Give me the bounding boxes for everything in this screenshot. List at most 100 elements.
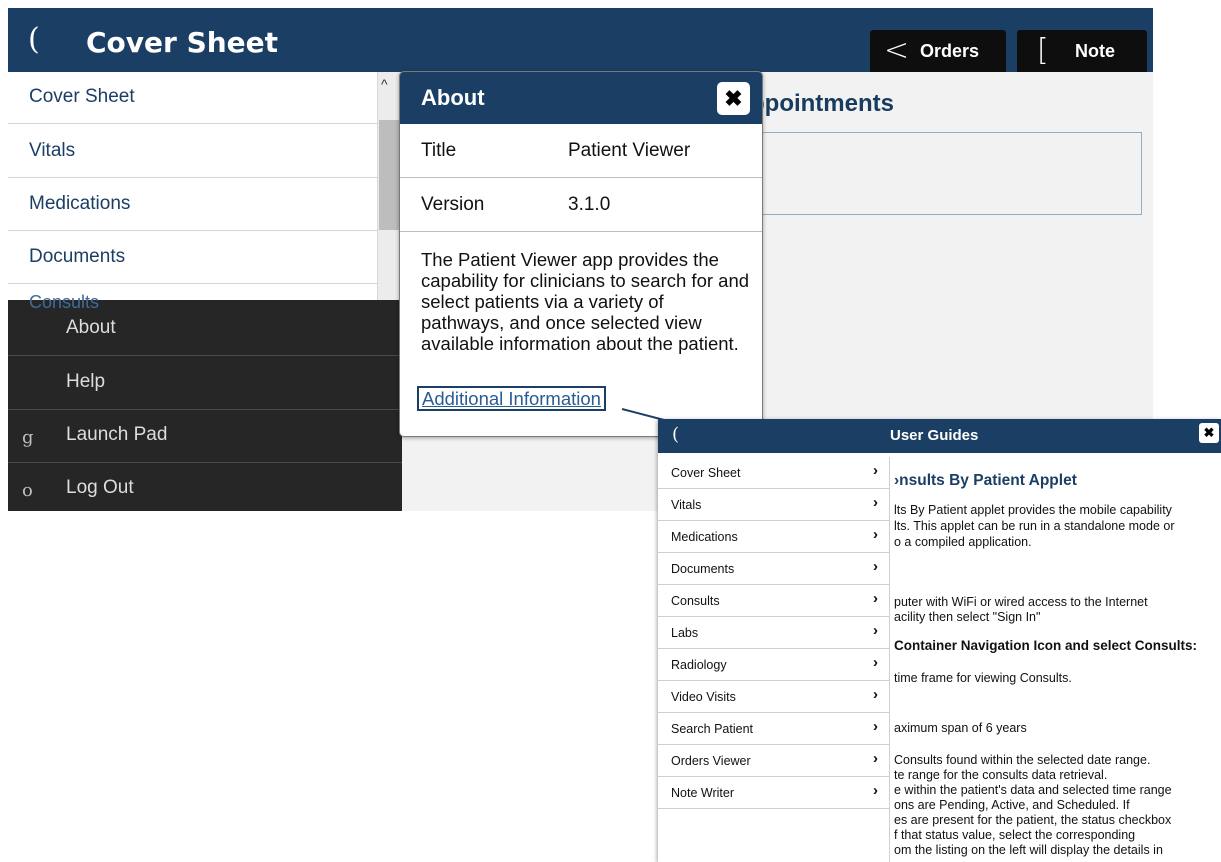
about-description: The Patient Viewer app provides the capa… — [421, 249, 750, 354]
sidebar-item-vitals[interactable]: Vitals — [8, 126, 378, 178]
sidebar-item-label: Documents — [29, 246, 126, 267]
screen: ( Cover Sheet < Orders [ Note Cover Shee… — [0, 0, 1221, 862]
guide-text-line: f that status value, select the correspo… — [894, 828, 1136, 842]
guide-text-line: Consults found within the selected date … — [894, 753, 1151, 767]
menu-item-about[interactable]: About — [8, 304, 402, 356]
chevron-right-icon: › — [873, 622, 878, 639]
hamburger-menu-icon[interactable]: ( — [28, 22, 40, 57]
guide-item-vitals[interactable]: Vitals › — [658, 489, 890, 521]
menu-item-label: About — [66, 317, 116, 338]
hamburger-menu-icon[interactable]: ( — [672, 424, 679, 445]
note-label: Note — [1075, 41, 1115, 61]
guide-text-line: Container Navigation Icon and select Con… — [894, 638, 1198, 653]
guide-item-label: Search Patient — [671, 722, 753, 736]
guide-item-labs[interactable]: Labs › — [658, 617, 890, 649]
chevron-right-icon: › — [873, 654, 878, 671]
guide-text-line: o a compiled application. — [894, 535, 1032, 549]
guide-item-medications[interactable]: Medications › — [658, 521, 890, 553]
chevron-right-icon: › — [873, 462, 878, 479]
sidebar-item-label: Vitals — [29, 140, 76, 161]
guide-item-label: Labs — [671, 626, 699, 640]
guide-item-label: Orders Viewer — [671, 754, 751, 768]
guide-item-orders-viewer[interactable]: Orders Viewer › — [658, 745, 890, 777]
about-dialog-title: About — [421, 85, 485, 110]
app-menu: Consults About Help g Launch Pad o Log O… — [8, 292, 402, 511]
sidebar-item-label: Medications — [29, 193, 131, 214]
note-tab-button[interactable]: [ Note — [1017, 30, 1147, 72]
user-guides-window: ( User Guides ✖ Cover Sheet › Vitals › Med… — [658, 419, 1221, 862]
sidebar-item-documents[interactable]: Documents — [8, 232, 378, 284]
guide-text-line: lts. This applet can be run in a standal… — [894, 519, 1175, 533]
user-guides-header: ( User Guides ✖ — [658, 419, 1221, 453]
close-button[interactable]: ✖ — [717, 82, 750, 115]
about-value: Patient Viewer — [568, 140, 691, 161]
launch-pad-icon: g — [22, 427, 34, 448]
sidebar-scrollbar[interactable]: ^ — [378, 72, 400, 304]
guide-text-line: time frame for viewing Consults. — [894, 671, 1072, 685]
page-title: Cover Sheet — [86, 26, 279, 59]
menu-item-label: Log Out — [66, 477, 134, 498]
app-header: ( Cover Sheet < Orders [ Note — [8, 8, 1153, 72]
guide-text-line: om the listing on the left will display … — [894, 843, 1163, 857]
about-key: Title — [421, 140, 457, 161]
close-icon: ✖ — [1203, 425, 1215, 440]
guide-item-note-writer[interactable]: Note Writer › — [658, 777, 890, 809]
chevron-right-icon: › — [873, 686, 878, 703]
menu-item-log-out[interactable]: o Log Out — [8, 464, 402, 511]
guide-item-radiology[interactable]: Radiology › — [658, 649, 890, 681]
about-dialog-header: About ✖ — [400, 72, 762, 124]
guide-text-line: es are present for the patient, the stat… — [894, 813, 1172, 827]
guide-item-label: Vitals — [671, 498, 702, 512]
orders-tab-button[interactable]: < Orders — [870, 30, 1006, 72]
guide-item-label: Documents — [671, 562, 735, 576]
guide-item-label: Note Writer — [671, 786, 734, 800]
menu-item-help[interactable]: Help — [8, 358, 402, 410]
guide-item-label: Medications — [671, 530, 738, 544]
guide-item-label: Video Visits — [671, 690, 736, 704]
guide-text-line: e within the patient's data and selected… — [894, 783, 1172, 797]
scroll-up-icon[interactable]: ^ — [381, 76, 388, 92]
chevron-right-icon: › — [873, 526, 878, 543]
guide-item-cover-sheet[interactable]: Cover Sheet › — [658, 457, 890, 489]
chevron-left-icon: < — [884, 33, 910, 68]
guide-text-line: lts By Patient applet provides the mobil… — [894, 503, 1172, 517]
about-row-version: Version 3.1.0 — [400, 178, 762, 232]
scrollbar-thumb[interactable] — [379, 120, 399, 230]
user-guides-title: User Guides — [890, 427, 979, 444]
about-dialog: About ✖ Title Patient Viewer Version 3.1… — [399, 71, 763, 437]
guide-item-consults[interactable]: Consults › — [658, 585, 890, 617]
bracket-icon: [ — [1037, 33, 1049, 68]
user-guides-nav: Cover Sheet › Vitals › Medications › Docume… — [658, 457, 890, 862]
about-value: 3.1.0 — [568, 194, 611, 215]
guide-text-line: puter with WiFi or wired access to the I… — [894, 595, 1148, 609]
menu-item-label: Launch Pad — [66, 424, 168, 445]
close-icon: ✖ — [724, 86, 743, 111]
guide-item-video-visits[interactable]: Video Visits › — [658, 681, 890, 713]
log-out-icon: o — [22, 480, 33, 501]
sidebar-item-medications[interactable]: Medications — [8, 179, 378, 231]
guide-item-label: Radiology — [671, 658, 727, 672]
close-button[interactable]: ✖ — [1199, 423, 1219, 443]
guide-item-label: Consults — [671, 594, 720, 608]
sidebar-item-label: Cover Sheet — [29, 86, 135, 107]
guide-text-line: ons are Pending, Active, and Scheduled. … — [894, 798, 1130, 812]
chevron-right-icon: › — [873, 590, 878, 607]
chevron-right-icon: › — [873, 558, 878, 575]
chevron-right-icon: › — [873, 718, 878, 735]
guide-heading: ›nsults By Patient Applet — [894, 472, 1077, 489]
chevron-right-icon: › — [873, 494, 878, 511]
guide-text-line: aximum span of 6 years — [894, 721, 1027, 735]
about-key: Version — [421, 194, 485, 215]
sidebar-item-cover-sheet[interactable]: Cover Sheet — [8, 72, 378, 124]
guide-item-documents[interactable]: Documents › — [658, 553, 890, 585]
chevron-right-icon: › — [873, 782, 878, 799]
sidebar-nav: Cover Sheet Vitals Medications Documents — [8, 72, 378, 304]
user-guide-content: ›nsults By Patient Applet lts By Patient… — [894, 453, 1221, 862]
chevron-right-icon: › — [873, 750, 878, 767]
guide-text-line: te range for the consults data retrieval… — [894, 768, 1108, 782]
guide-item-search-patient[interactable]: Search Patient › — [658, 713, 890, 745]
additional-information-link[interactable]: Additional Information — [417, 386, 606, 411]
guide-text-line: acility then select "Sign In" — [894, 610, 1041, 624]
guide-item-label: Cover Sheet — [671, 466, 741, 480]
menu-item-launch-pad[interactable]: g Launch Pad — [8, 411, 402, 463]
